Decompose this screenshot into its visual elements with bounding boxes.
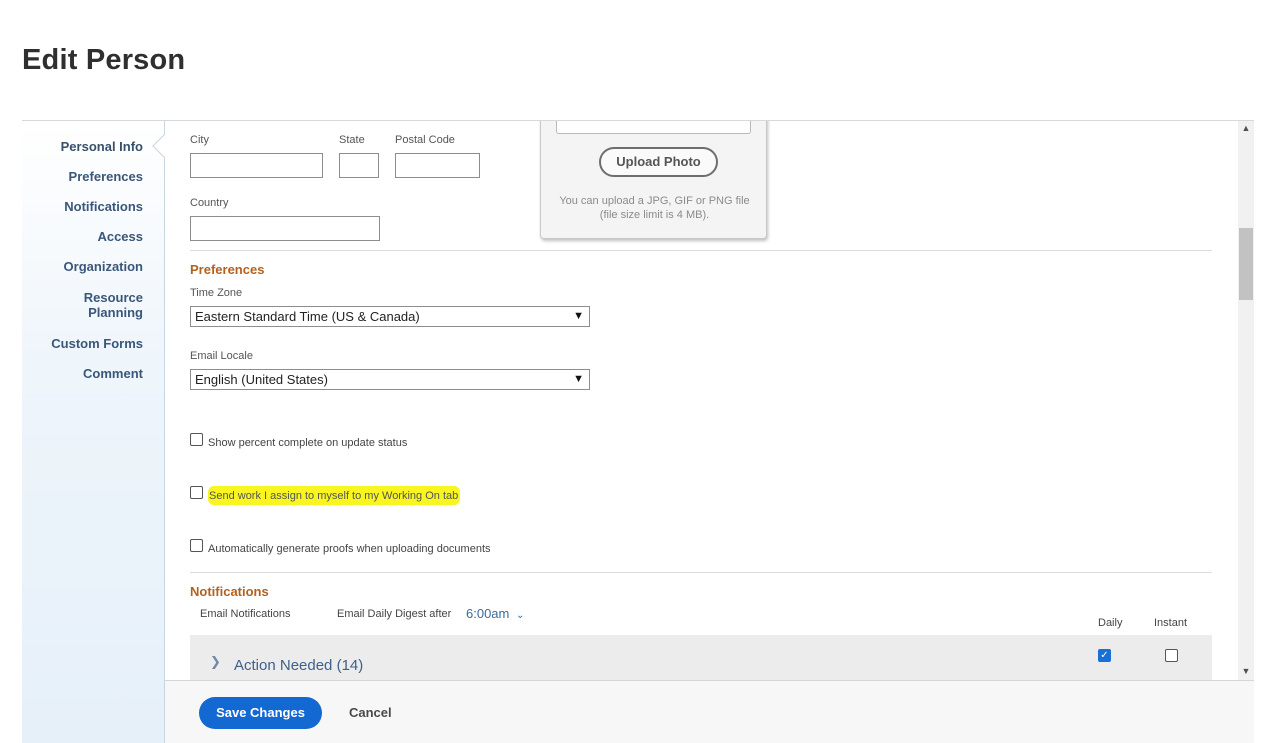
- daily-column-header: Daily: [1098, 617, 1123, 629]
- state-input[interactable]: [339, 153, 379, 178]
- country-input[interactable]: [190, 216, 380, 241]
- cancel-button[interactable]: Cancel: [349, 697, 392, 729]
- email-notifications-label: Email Notifications: [200, 608, 291, 620]
- time-zone-value: Eastern Standard Time (US & Canada): [195, 309, 420, 324]
- notifications-section-title: Notifications: [190, 584, 269, 599]
- option-label: Show percent complete on update status: [208, 437, 408, 449]
- form-footer: Save Changes Cancel: [165, 680, 1254, 743]
- country-label: Country: [190, 197, 229, 209]
- scrollbar-thumb[interactable]: [1239, 228, 1253, 300]
- city-input[interactable]: [190, 153, 323, 178]
- sidebar-item-access[interactable]: Access: [97, 229, 143, 244]
- auto-generate-proofs-checkbox[interactable]: [190, 539, 203, 552]
- digest-time-dropdown[interactable]: 6:00am ⌄: [466, 606, 524, 621]
- vertical-scrollbar[interactable]: ▲ ▼: [1238, 121, 1254, 681]
- sidebar-item-resource-planning[interactable]: Resource Planning: [84, 290, 143, 320]
- notification-group-row[interactable]: ❯ Action Needed (14) ✓: [190, 635, 1212, 681]
- sidebar-item-organization[interactable]: Organization: [64, 259, 143, 274]
- state-label: State: [339, 134, 365, 146]
- option-label-highlighted: Send work I assign to myself to my Worki…: [208, 486, 461, 505]
- daily-digest-label: Email Daily Digest after: [337, 608, 452, 620]
- option-label: Automatically generate proofs when uploa…: [208, 543, 491, 555]
- email-locale-label: Email Locale: [190, 350, 253, 362]
- photo-upload-hint: You can upload a JPG, GIF or PNG file (f…: [559, 195, 750, 221]
- page-title: Edit Person: [22, 44, 186, 76]
- send-work-to-working-on-checkbox[interactable]: [190, 486, 203, 499]
- save-changes-button[interactable]: Save Changes: [199, 697, 322, 729]
- email-locale-value: English (United States): [195, 372, 328, 387]
- sidebar-item-preferences[interactable]: Preferences: [69, 169, 143, 184]
- section-divider: [190, 250, 1212, 251]
- postal-code-label: Postal Code: [395, 134, 455, 146]
- sidebar-item-personal-info[interactable]: Personal Info: [61, 139, 143, 154]
- upload-photo-button[interactable]: Upload Photo: [599, 147, 718, 177]
- sidebar-item-comment[interactable]: Comment: [83, 366, 143, 381]
- email-locale-select[interactable]: English (United States) ▼: [190, 369, 590, 390]
- preferences-section-title: Preferences: [190, 262, 265, 277]
- chevron-down-icon: ▼: [573, 373, 584, 385]
- instant-column-header: Instant: [1154, 617, 1188, 629]
- chevron-down-icon: ⌄: [516, 610, 525, 621]
- postal-code-input[interactable]: [395, 153, 480, 178]
- instant-checkbox[interactable]: [1165, 649, 1178, 662]
- show-percent-complete-checkbox[interactable]: [190, 433, 203, 446]
- digest-time-value: 6:00am: [466, 606, 510, 621]
- sidebar-item-custom-forms[interactable]: Custom Forms: [51, 336, 143, 351]
- section-nav: Personal Info Preferences Notifications …: [22, 121, 165, 743]
- time-zone-select[interactable]: Eastern Standard Time (US & Canada) ▼: [190, 306, 590, 327]
- edit-person-panel: Personal Info Preferences Notifications …: [22, 120, 1254, 743]
- photo-preview: [556, 121, 751, 134]
- scroll-down-icon[interactable]: ▼: [1238, 666, 1254, 676]
- section-divider: [190, 572, 1212, 573]
- notification-group-label: Action Needed (14): [234, 657, 364, 674]
- daily-checkbox[interactable]: ✓: [1098, 649, 1111, 662]
- chevron-down-icon: ▼: [573, 310, 584, 322]
- photo-upload-card: Upload Photo You can upload a JPG, GIF o…: [540, 121, 767, 239]
- scroll-up-icon[interactable]: ▲: [1238, 123, 1254, 133]
- chevron-right-icon[interactable]: ❯: [210, 654, 221, 670]
- sidebar-item-notifications[interactable]: Notifications: [64, 199, 143, 214]
- form-scroll-area[interactable]: City State Postal Code Country Upload Ph…: [165, 121, 1238, 681]
- city-label: City: [190, 134, 209, 146]
- time-zone-label: Time Zone: [190, 287, 243, 299]
